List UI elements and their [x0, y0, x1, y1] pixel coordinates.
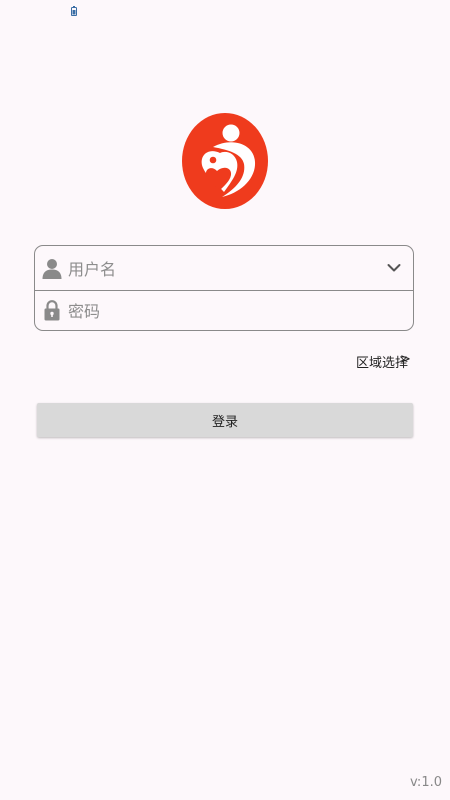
- status-bar: [0, 0, 450, 24]
- password-row: [35, 291, 413, 331]
- lock-icon: [44, 300, 60, 321]
- version-label: v:1.0: [409, 775, 442, 790]
- username-row: [35, 246, 413, 291]
- login-form: [34, 245, 414, 331]
- user-icon: [42, 259, 62, 279]
- password-input[interactable]: [68, 300, 388, 322]
- chevron-right-icon[interactable]: >: [400, 352, 411, 367]
- app-logo: [182, 113, 268, 209]
- battery-icon: [71, 6, 77, 16]
- chevron-down-icon[interactable]: [387, 263, 401, 273]
- login-button[interactable]: 登录: [37, 403, 413, 437]
- username-input[interactable]: [68, 257, 368, 281]
